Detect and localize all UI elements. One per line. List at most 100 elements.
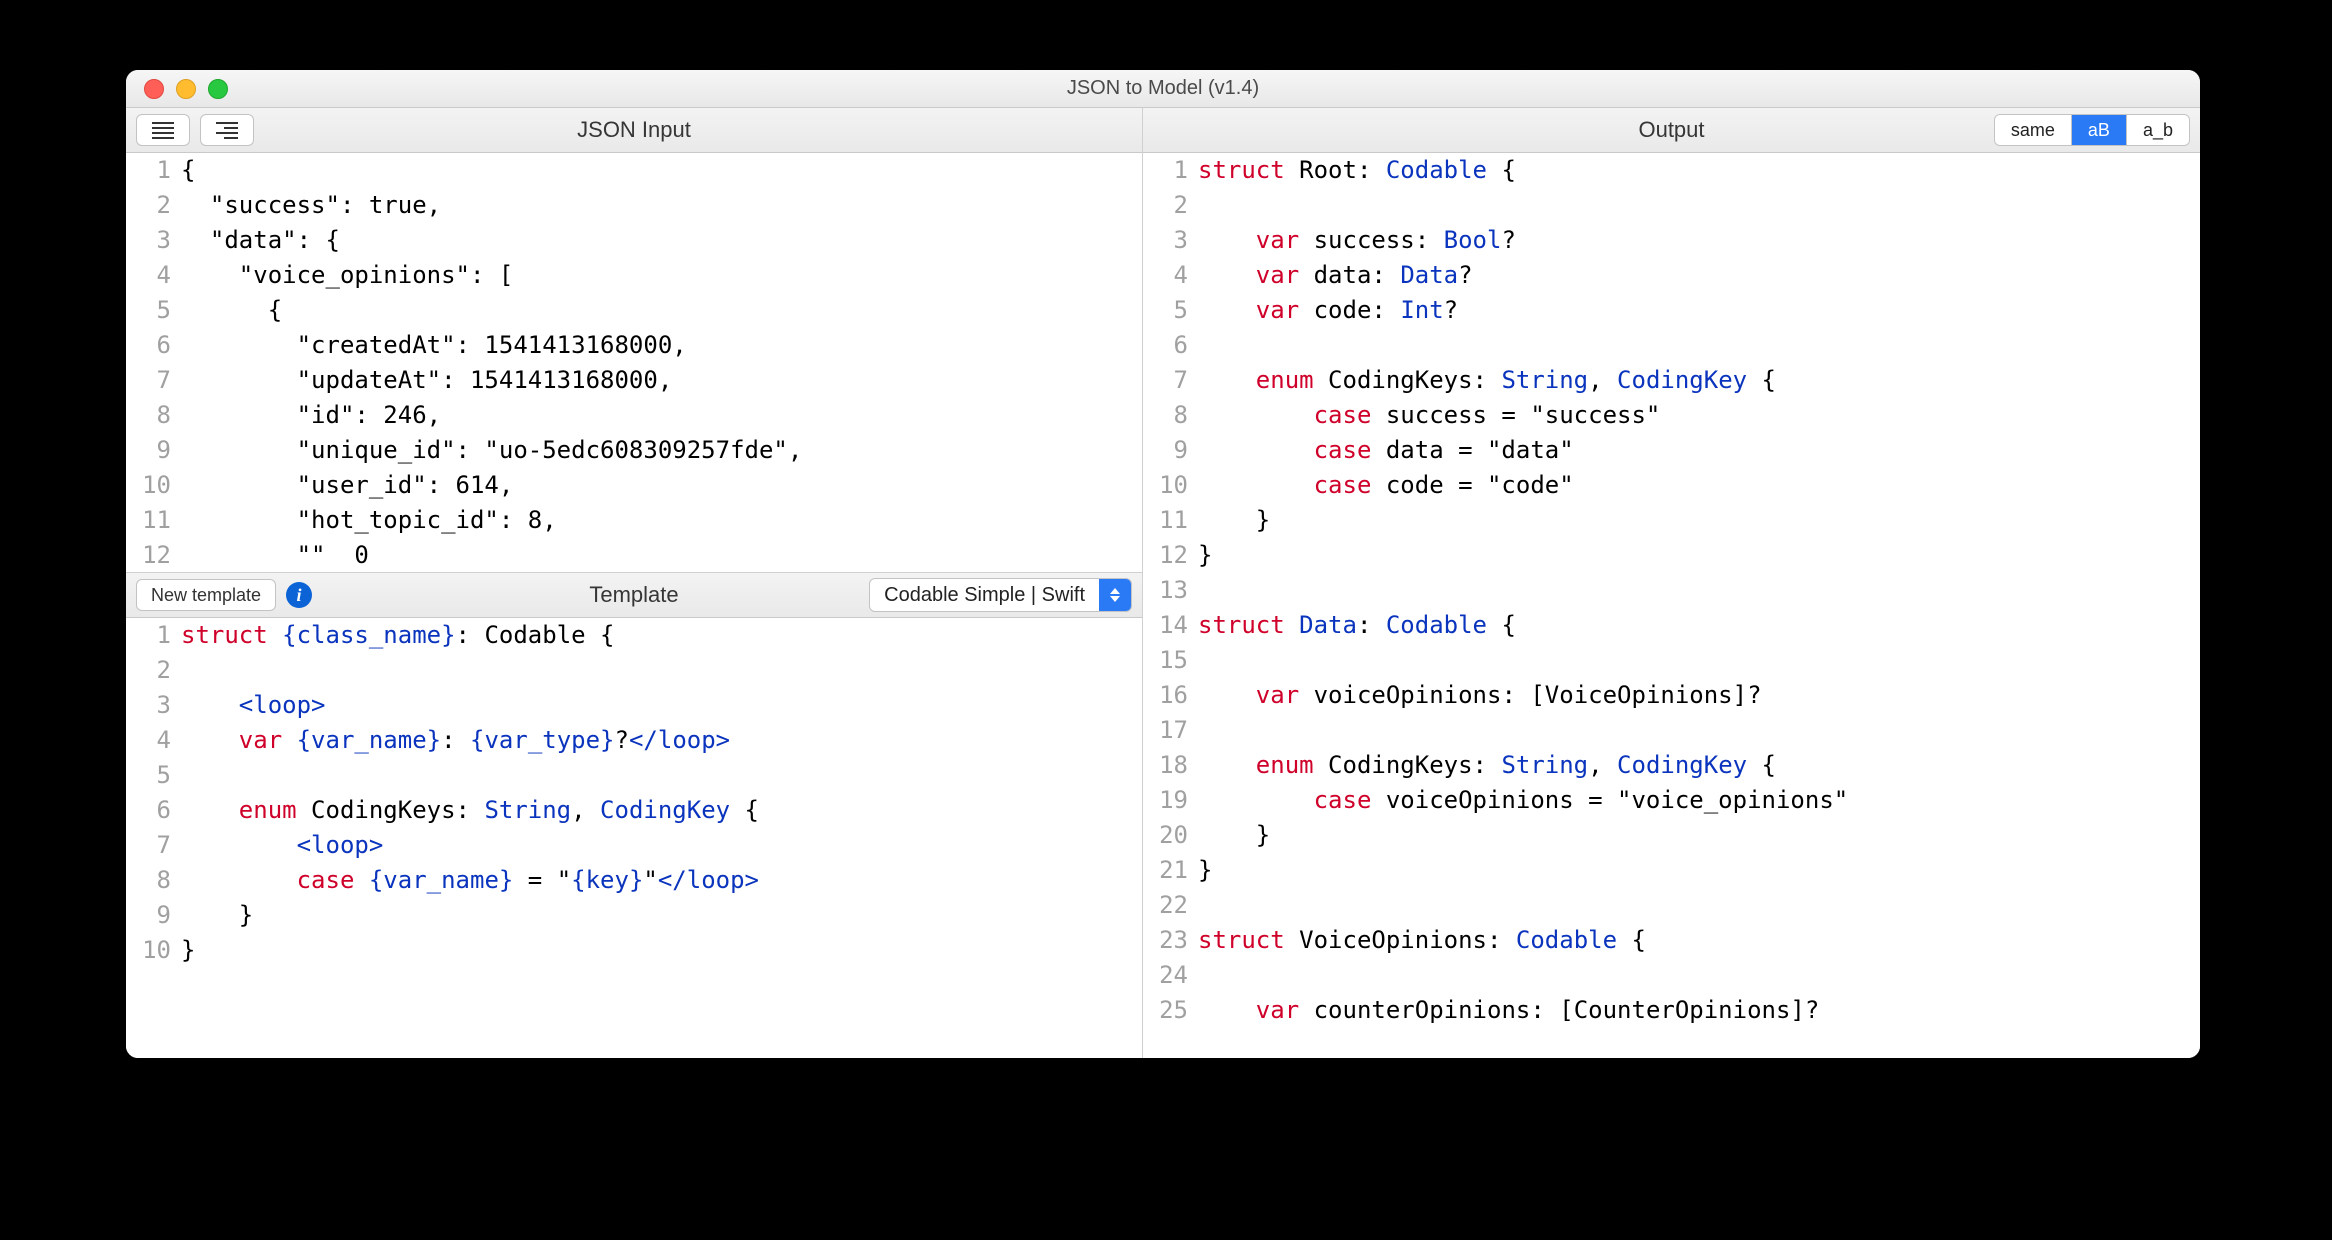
code-line: 11 "hot_topic_id": 8,: [126, 503, 1142, 538]
code-text: {: [181, 293, 282, 328]
code-line: 11 }: [1143, 503, 2200, 538]
code-text: "id": 246,: [181, 398, 441, 433]
line-number: 7: [126, 828, 181, 863]
info-icon[interactable]: i: [286, 582, 312, 608]
line-number: 13: [1143, 573, 1198, 608]
line-number: 11: [1143, 503, 1198, 538]
line-number: 16: [1143, 678, 1198, 713]
line-number: 9: [126, 898, 181, 933]
code-text: case voiceOpinions = "voice_opinions": [1198, 783, 1848, 818]
code-text: }: [1198, 818, 1270, 853]
seg-a_b-button[interactable]: a_b: [2127, 115, 2189, 145]
code-text: var voiceOpinions: [VoiceOpinions]?: [1198, 678, 1762, 713]
template-select-label: Codable Simple | Swift: [870, 579, 1099, 611]
code-line: 5 {: [126, 293, 1142, 328]
justify-icon: [152, 122, 174, 139]
code-text: enum CodingKeys: String, CodingKey {: [181, 793, 759, 828]
naming-segmented-control: same aB a_b: [1994, 114, 2190, 146]
line-number: 9: [1143, 433, 1198, 468]
code-line: 8 case success = "success": [1143, 398, 2200, 433]
code-line: 5 var code: Int?: [1143, 293, 2200, 328]
line-number: 2: [126, 188, 181, 223]
line-number: 10: [126, 468, 181, 503]
line-number: 6: [126, 793, 181, 828]
code-line: 2: [126, 653, 1142, 688]
new-template-button[interactable]: New template: [136, 579, 276, 611]
code-line: 1struct {class_name}: Codable {: [126, 618, 1142, 653]
code-text: {: [181, 153, 195, 188]
code-text: }: [181, 898, 253, 933]
code-line: 4 var {var_name}: {var_type}?</loop>: [126, 723, 1142, 758]
code-line: 6 "createdAt": 1541413168000,: [126, 328, 1142, 363]
chevron-updown-icon: [1099, 579, 1131, 611]
code-line: 3 var success: Bool?: [1143, 223, 2200, 258]
line-number: 10: [126, 933, 181, 968]
window-title: JSON to Model (v1.4): [126, 77, 2200, 100]
code-text: enum CodingKeys: String, CodingKey {: [1198, 748, 1776, 783]
code-line: 21}: [1143, 853, 2200, 888]
code-text: var success: Bool?: [1198, 223, 1516, 258]
line-number: 12: [126, 538, 181, 573]
code-line: 23struct VoiceOpinions: Codable {: [1143, 923, 2200, 958]
close-window-button[interactable]: [144, 79, 164, 99]
code-line: 7 enum CodingKeys: String, CodingKey {: [1143, 363, 2200, 398]
code-line: 1struct Root: Codable {: [1143, 153, 2200, 188]
code-text: var code: Int?: [1198, 293, 1458, 328]
zoom-window-button[interactable]: [208, 79, 228, 99]
line-number: 1: [126, 153, 181, 188]
line-number: 25: [1143, 993, 1198, 1028]
line-number: 10: [1143, 468, 1198, 503]
code-line: 14struct Data: Codable {: [1143, 608, 2200, 643]
line-number: 8: [126, 398, 181, 433]
code-text: enum CodingKeys: String, CodingKey {: [1198, 363, 1776, 398]
code-text: struct {class_name}: Codable {: [181, 618, 615, 653]
json-input-editor[interactable]: 1{2 "success": true,3 "data": {4 "voice_…: [126, 153, 1142, 573]
code-line: 10}: [126, 933, 1142, 968]
template-toolbar: New template i Template Codable Simple |…: [126, 573, 1142, 618]
format-justify-button[interactable]: [136, 114, 190, 146]
line-number: 3: [1143, 223, 1198, 258]
traffic-lights: [126, 79, 228, 99]
code-text: struct Data: Codable {: [1198, 608, 1516, 643]
code-line: 7 <loop>: [126, 828, 1142, 863]
line-number: 20: [1143, 818, 1198, 853]
code-line: 20 }: [1143, 818, 2200, 853]
line-number: 2: [1143, 188, 1198, 223]
output-viewer[interactable]: 1struct Root: Codable {23 var success: B…: [1143, 153, 2200, 1058]
code-text: "unique_id": "uo-5edc608309257fde",: [181, 433, 802, 468]
code-text: "user_id": 614,: [181, 468, 513, 503]
code-line: 3 "data": {: [126, 223, 1142, 258]
line-number: 5: [126, 758, 181, 793]
line-number: 23: [1143, 923, 1198, 958]
app-window: JSON to Model (v1.4) JSON Input 1{2 "suc…: [126, 70, 2200, 1058]
line-number: 24: [1143, 958, 1198, 993]
format-indent-button[interactable]: [200, 114, 254, 146]
line-number: 3: [126, 223, 181, 258]
code-line: 25 var counterOpinions: [CounterOpinions…: [1143, 993, 2200, 1028]
code-text: struct Root: Codable {: [1198, 153, 1516, 188]
code-line: 8 "id": 246,: [126, 398, 1142, 433]
code-line: 4 "voice_opinions": [: [126, 258, 1142, 293]
code-text: <loop>: [181, 688, 326, 723]
code-line: 18 enum CodingKeys: String, CodingKey {: [1143, 748, 2200, 783]
line-number: 21: [1143, 853, 1198, 888]
template-select[interactable]: Codable Simple | Swift: [869, 578, 1132, 612]
line-number: 4: [126, 258, 181, 293]
code-line: 10 "user_id": 614,: [126, 468, 1142, 503]
line-number: 8: [126, 863, 181, 898]
indent-icon: [216, 122, 238, 139]
seg-same-button[interactable]: same: [1995, 115, 2072, 145]
code-text: "voice_opinions": [: [181, 258, 513, 293]
titlebar: JSON to Model (v1.4): [126, 70, 2200, 108]
code-text: var {var_name}: {var_type}?</loop>: [181, 723, 730, 758]
code-text: var data: Data?: [1198, 258, 1473, 293]
seg-ab-button[interactable]: aB: [2072, 115, 2127, 145]
code-text: "success": true,: [181, 188, 441, 223]
code-line: 13: [1143, 573, 2200, 608]
code-line: 9 "unique_id": "uo-5edc608309257fde",: [126, 433, 1142, 468]
line-number: 15: [1143, 643, 1198, 678]
code-line: 17: [1143, 713, 2200, 748]
minimize-window-button[interactable]: [176, 79, 196, 99]
template-editor[interactable]: 1struct {class_name}: Codable {23 <loop>…: [126, 618, 1142, 1058]
line-number: 6: [126, 328, 181, 363]
